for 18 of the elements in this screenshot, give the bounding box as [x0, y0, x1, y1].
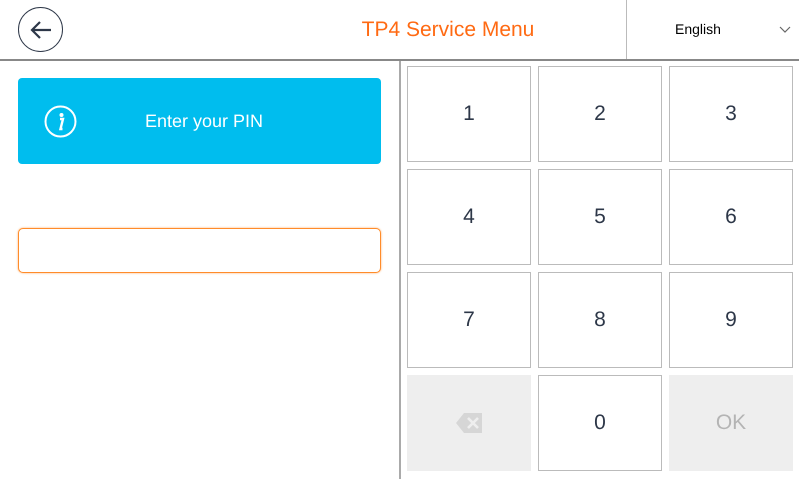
- digit-key[interactable]: 0: [538, 375, 662, 471]
- info-icon: [44, 104, 77, 138]
- digit-key[interactable]: 9: [669, 272, 793, 368]
- digit-key[interactable]: 4: [407, 169, 531, 265]
- digit-key[interactable]: 3: [669, 66, 793, 162]
- chevron-down-icon: [779, 26, 791, 34]
- digit-key[interactable]: 6: [669, 169, 793, 265]
- menu-title: TP4 Service Menu: [362, 16, 534, 43]
- digit-key[interactable]: 7: [407, 272, 531, 368]
- digit-key[interactable]: 2: [538, 66, 662, 162]
- back-arrow-icon: [28, 20, 52, 40]
- back-button[interactable]: [18, 7, 63, 52]
- backspace-icon: [455, 412, 483, 434]
- digit-key[interactable]: 1: [407, 66, 531, 162]
- digit-key[interactable]: 8: [538, 272, 662, 368]
- pin-field[interactable]: [18, 228, 381, 273]
- banner-text: Enter your PIN: [144, 110, 264, 133]
- digit-key[interactable]: 5: [538, 169, 662, 265]
